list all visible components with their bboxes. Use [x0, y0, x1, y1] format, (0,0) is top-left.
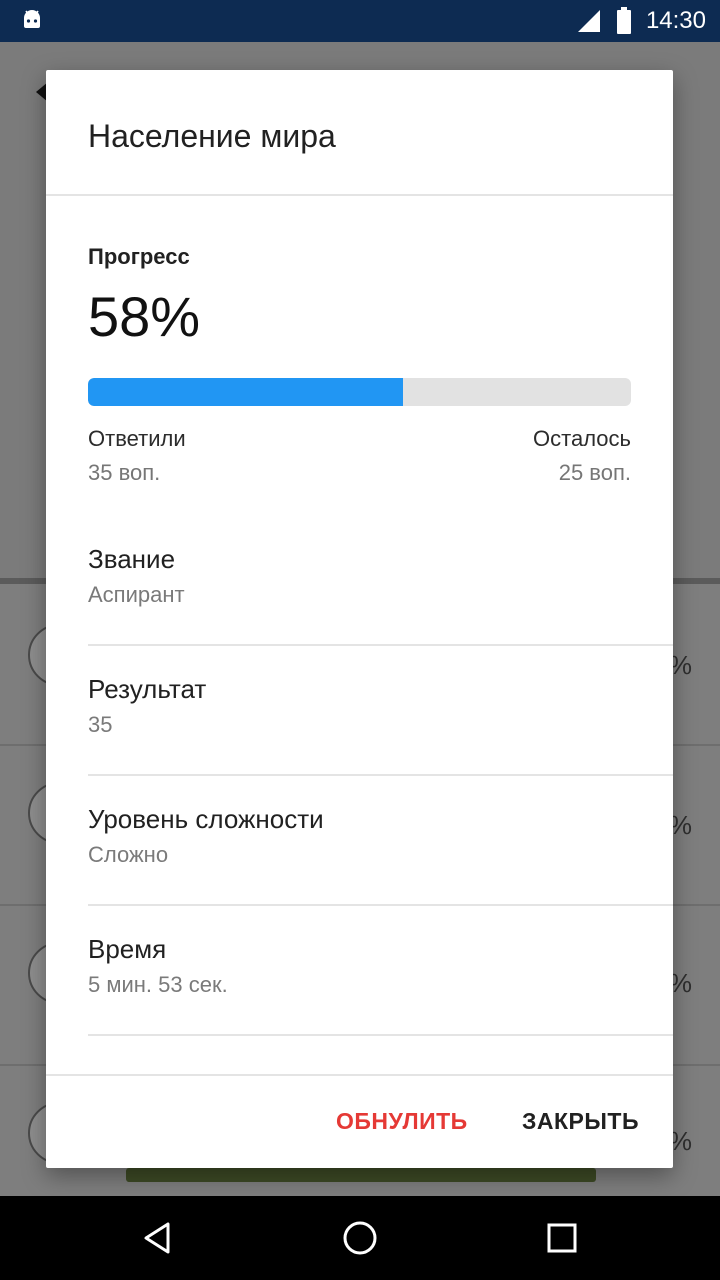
progress-percent: 58%	[88, 285, 201, 348]
remaining-label: Осталось	[533, 426, 631, 451]
info-item-title: Звание	[88, 544, 176, 574]
answered-value: 35 воп.	[88, 460, 161, 485]
android-icon	[24, 10, 40, 28]
info-item-title: Уровень сложности	[88, 804, 324, 834]
back-icon[interactable]	[138, 1218, 178, 1258]
dialog-title: Население мира	[88, 118, 336, 154]
recents-icon[interactable]	[542, 1218, 582, 1258]
stats-dialog: Население мира Прогресс 58% Ответили 35 …	[46, 70, 673, 1168]
progress-bar-fill	[88, 378, 403, 406]
home-icon[interactable]	[340, 1218, 380, 1258]
battery-icon	[616, 7, 631, 34]
background-action-bar	[126, 1168, 596, 1182]
dialog-content[interactable]: Прогресс 58% Ответили 35 воп. Осталось 2…	[46, 196, 673, 1074]
info-item-score: Результат 35	[88, 646, 673, 776]
info-item-title: Время	[88, 934, 167, 964]
reset-button[interactable]: ОБНУЛИТЬ	[336, 1108, 468, 1135]
progress-bar	[88, 378, 631, 406]
status-bar: 14:30	[0, 0, 720, 42]
info-item-value: 35	[88, 712, 113, 737]
status-time: 14:30	[645, 7, 706, 34]
info-item-title: Результат	[88, 674, 207, 704]
navigation-bar	[0, 1196, 720, 1280]
signal-icon	[577, 10, 600, 32]
answered-label: Ответили	[88, 426, 186, 451]
close-button[interactable]: ЗАКРЫТЬ	[522, 1108, 639, 1135]
info-item-value: Аспирант	[88, 582, 185, 607]
info-item-rank: Звание Аспирант	[88, 516, 673, 646]
info-item-difficulty: Уровень сложности Сложно	[88, 776, 673, 906]
remaining-value: 25 воп.	[558, 460, 631, 485]
info-item-time: Время 5 мин. 53 сек.	[88, 906, 673, 1036]
item-divider	[88, 1034, 673, 1036]
info-item-value: Сложно	[88, 842, 169, 867]
footer-divider	[46, 1074, 673, 1076]
info-item-value: 5 мин. 53 сек.	[88, 972, 228, 997]
progress-label: Прогресс	[88, 244, 190, 269]
